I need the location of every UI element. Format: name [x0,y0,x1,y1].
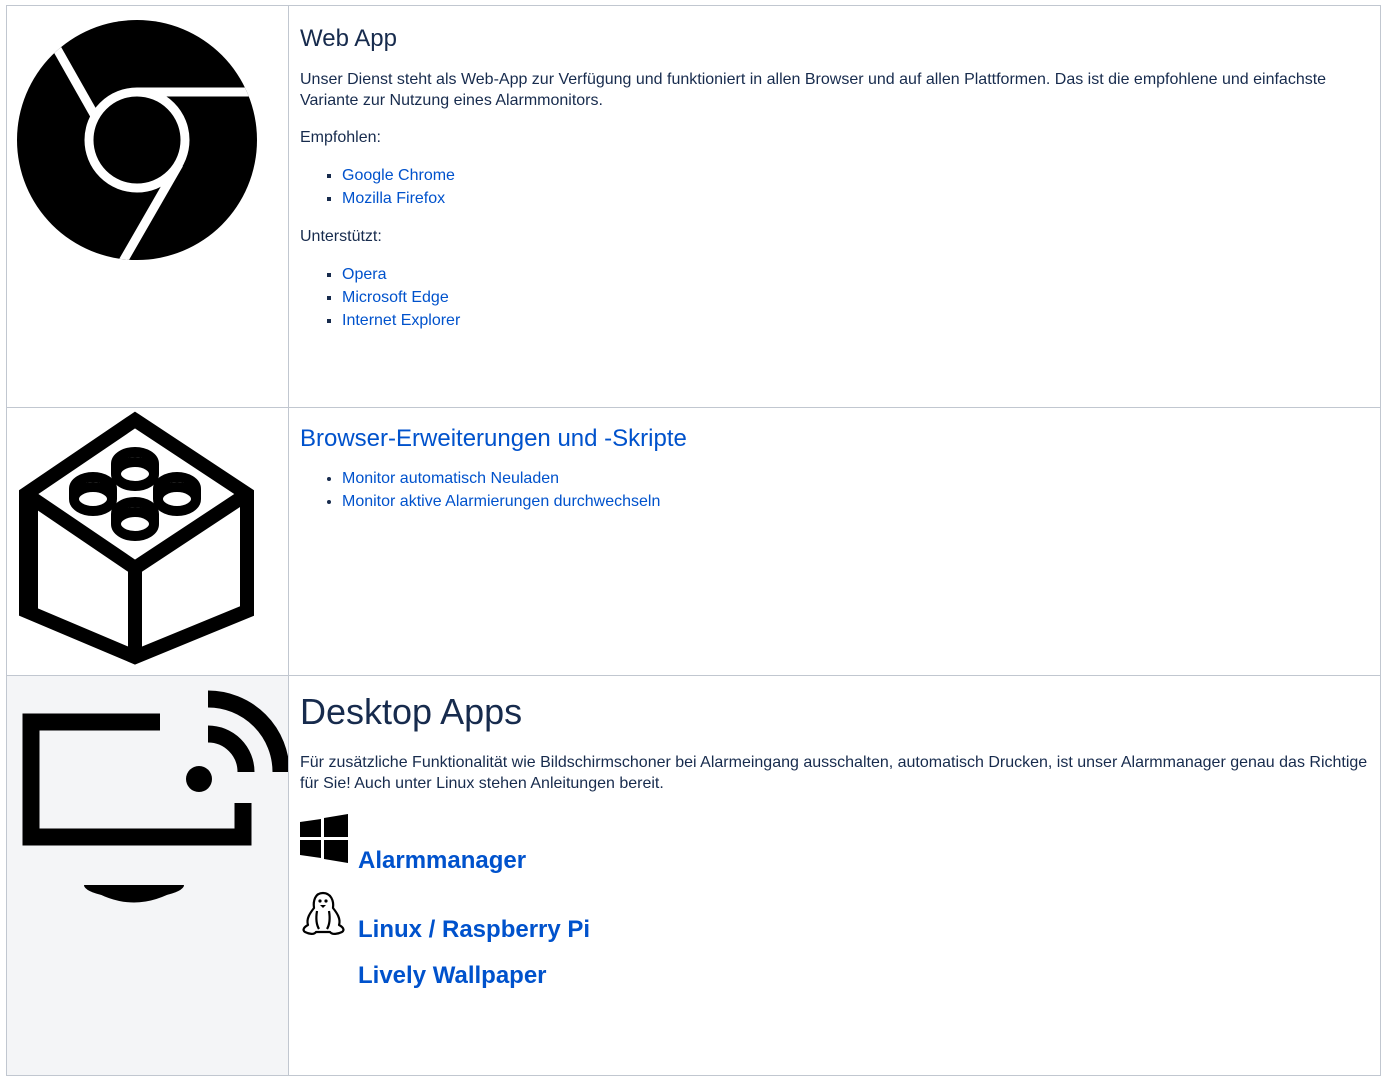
auto-reload-link[interactable]: Monitor automatisch Neuladen [342,470,559,487]
cycle-alarms-link[interactable]: Monitor aktive Alarmierungen durchwechse… [342,493,660,510]
platform-table: Web App Unser Dienst steht als Web-App z… [6,5,1381,1076]
alarmmanager-entry: Alarmmanager [300,814,1368,874]
building-block-icon [19,411,254,665]
supported-list: Opera Microsoft Edge Internet Explorer [300,263,1368,332]
linux-penguin-icon [300,891,348,944]
mozilla-firefox-link[interactable]: Mozilla Firefox [342,190,445,207]
desktop-content: Desktop Apps Für zusätzliche Funktionali… [288,675,1381,1076]
internet-explorer-link[interactable]: Internet Explorer [342,312,460,329]
recommended-list: Google Chrome Mozilla Firefox [300,164,1368,210]
web-app-title: Web App [300,25,397,52]
alarmmanager-link[interactable]: Alarmmanager [358,847,526,875]
desktop-title: Desktop Apps [300,691,523,732]
list-item: Internet Explorer [342,309,1368,332]
lively-wallpaper-link[interactable]: Lively Wallpaper [358,962,547,990]
list-item: Mozilla Firefox [342,187,1368,210]
web-app-row: Web App Unser Dienst steht als Web-App z… [6,5,1381,408]
web-app-description: Unser Dienst steht als Web-App zur Verfü… [300,71,1327,109]
chrome-icon [17,20,257,260]
extensions-row: Browser-Erweiterungen und -Skripte Monit… [6,407,1381,676]
google-chrome-link[interactable]: Google Chrome [342,167,455,184]
web-app-content: Web App Unser Dienst steht als Web-App z… [288,5,1381,408]
linux-entry: Linux / Raspberry Pi [300,891,1368,944]
linux-raspberry-link[interactable]: Linux / Raspberry Pi [358,916,590,944]
recommended-label: Empfohlen: [300,129,381,146]
extensions-title: Browser-Erweiterungen und -Skripte [300,408,1368,454]
lively-wallpaper-entry: Lively Wallpaper [300,962,1368,990]
list-item: Monitor aktive Alarmierungen durchwechse… [342,490,1368,513]
extensions-title-link[interactable]: Browser-Erweiterungen und -Skripte [300,425,687,452]
list-item: Google Chrome [342,164,1368,187]
list-item: Microsoft Edge [342,286,1368,309]
extensions-list: Monitor automatisch Neuladen Monitor akt… [300,467,1368,513]
opera-link[interactable]: Opera [342,266,386,283]
desktop-row: Desktop Apps Für zusätzliche Funktionali… [6,675,1381,1076]
list-item: Monitor automatisch Neuladen [342,467,1368,490]
extensions-icon-cell [6,407,289,676]
cast-monitor-icon [22,690,290,903]
extensions-content: Browser-Erweiterungen und -Skripte Monit… [288,407,1381,676]
desktop-icon-cell [6,675,290,1076]
microsoft-edge-link[interactable]: Microsoft Edge [342,289,449,306]
supported-label: Unterstützt: [300,228,382,245]
desktop-description: Für zusätzliche Funktionalität wie Bilds… [300,754,1368,792]
windows-icon [300,814,348,871]
web-app-icon-cell [6,5,289,408]
list-item: Opera [342,263,1368,286]
